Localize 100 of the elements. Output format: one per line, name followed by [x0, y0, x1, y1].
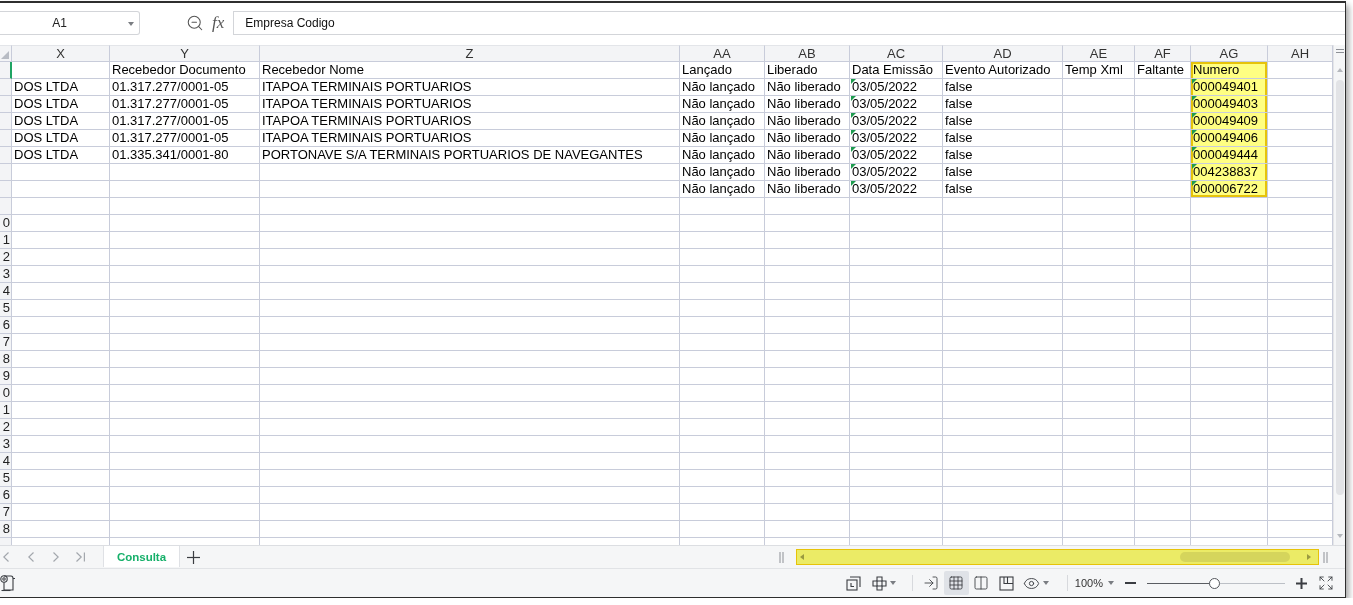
name-box[interactable]: A1 [0, 10, 140, 35]
row-header[interactable] [0, 198, 12, 215]
column-header[interactable]: AH [1268, 45, 1333, 62]
table-cell [1268, 402, 1333, 419]
column-header[interactable]: AG [1191, 45, 1268, 62]
cell-text: 01.317.277/0001-05 [112, 130, 229, 145]
table-cell [1135, 385, 1191, 402]
cell-text: PORTONAVE S/A TERMINAIS PORTUARIOS DE NAVEGANTES [262, 147, 643, 162]
table-cell [1268, 504, 1333, 521]
cell-text: false [945, 147, 973, 162]
cell-text: ITAPOA TERMINAIS PORTUARIOS [262, 96, 472, 111]
table-cell [1268, 232, 1333, 249]
split-handle-icon[interactable] [779, 551, 784, 563]
table-cell [1063, 521, 1135, 538]
select-all-button[interactable] [0, 45, 12, 62]
function-button[interactable]: fx [212, 12, 225, 33]
row-header[interactable]: 7 [0, 504, 12, 521]
column-header[interactable]: AF [1135, 45, 1191, 62]
row-header[interactable] [0, 113, 12, 130]
table-cell [1063, 300, 1135, 317]
cell-text: Faltante [1137, 62, 1184, 77]
cell-text: false [945, 79, 973, 94]
row-header[interactable]: 3 [0, 266, 12, 283]
zoom-out-button[interactable] [186, 13, 204, 32]
horizontal-scrollbar[interactable] [796, 549, 1319, 565]
cell-text: 03/05/2022 [852, 164, 918, 179]
cell-text: 000049444 [1193, 147, 1259, 162]
column-header[interactable]: Z [260, 45, 680, 62]
enter-icon [923, 575, 940, 591]
column-header[interactable]: AA [680, 45, 765, 62]
scroll-left-icon[interactable] [800, 554, 804, 560]
table-cell [1135, 283, 1191, 300]
row-header[interactable]: 4 [0, 283, 12, 300]
split-handle-icon[interactable] [1335, 49, 1344, 53]
table-cell [1063, 368, 1135, 385]
scroll-up-icon[interactable] [1336, 68, 1343, 72]
row-header[interactable]: 5 [0, 300, 12, 317]
row-header[interactable]: 1 [0, 232, 12, 249]
cell-text: Não lançado [682, 181, 755, 196]
caret-icon [889, 581, 896, 585]
scroll-down-icon[interactable] [1336, 534, 1343, 538]
row-header[interactable] [0, 181, 12, 198]
row-header[interactable]: 2 [0, 249, 12, 266]
cell-text: Não liberado [767, 164, 841, 179]
cell-text: false [945, 164, 973, 179]
table-cell [1135, 215, 1191, 232]
zoom-level-dropdown[interactable]: 100% [1067, 571, 1118, 595]
row-header[interactable] [0, 62, 12, 79]
cell-text: ITAPOA TERMINAIS PORTUARIOS [262, 113, 472, 128]
cell-text: Recebedor Nome [262, 62, 364, 77]
slider-thumb[interactable] [1209, 577, 1221, 589]
cell-text: Evento Autorizado [945, 62, 1051, 77]
row-header[interactable]: 1 [0, 402, 12, 419]
row-header[interactable]: 8 [0, 521, 12, 538]
table-cell [1063, 402, 1135, 419]
row-header[interactable]: 7 [0, 334, 12, 351]
row-header[interactable]: 4 [0, 453, 12, 470]
column-header[interactable]: AC [850, 45, 943, 62]
triangle-icon [1, 51, 9, 59]
row-header[interactable]: 0 [0, 215, 12, 232]
zoom-out-icon [186, 13, 204, 32]
column-header[interactable]: AB [765, 45, 850, 62]
table-cell [1268, 266, 1333, 283]
chevron-left-icon [27, 552, 34, 562]
row-header[interactable]: 8 [0, 351, 12, 368]
row-header[interactable]: 5 [0, 470, 12, 487]
row-header[interactable]: 6 [0, 317, 12, 334]
row-header[interactable] [0, 96, 12, 113]
row-header[interactable] [0, 79, 12, 96]
row-header[interactable]: 6 [0, 487, 12, 504]
cell-text: 03/05/2022 [852, 147, 918, 162]
cell-text: Temp Xml [1065, 62, 1123, 77]
normal-view-button[interactable] [943, 571, 969, 595]
table-cell [1268, 215, 1333, 232]
split-handle-icon[interactable] [1323, 551, 1328, 563]
row-header[interactable]: 2 [0, 419, 12, 436]
cell-text: Data Emissão [852, 62, 933, 77]
cell-text: DOS LTDA [14, 130, 79, 145]
scroll-right-icon[interactable] [1307, 554, 1311, 560]
row-header[interactable] [0, 164, 12, 181]
row-header[interactable] [0, 147, 12, 164]
scrollbar-thumb[interactable] [1335, 80, 1344, 495]
column-header[interactable]: AD [943, 45, 1063, 62]
row-header[interactable]: 3 [0, 436, 12, 453]
cell-text: 01.317.277/0001-05 [112, 96, 229, 111]
column-header[interactable]: X [12, 45, 110, 62]
row-header[interactable]: 0 [0, 385, 12, 402]
table-cell [1063, 470, 1135, 487]
column-header[interactable]: AE [1063, 45, 1135, 62]
plus-icon [186, 550, 200, 564]
formula-input[interactable]: Empresa Codigo [233, 10, 1345, 35]
table-cell [1135, 198, 1191, 215]
cell-text: Não liberado [767, 96, 841, 111]
table-cell [1268, 300, 1333, 317]
column-header[interactable]: Y [110, 45, 260, 62]
row-header[interactable]: 9 [0, 368, 12, 385]
row-header[interactable] [0, 130, 12, 147]
cell-text: 03/05/2022 [852, 130, 918, 145]
vertical-scrollbar[interactable] [1333, 45, 1345, 545]
cell-text: Não liberado [767, 130, 841, 145]
